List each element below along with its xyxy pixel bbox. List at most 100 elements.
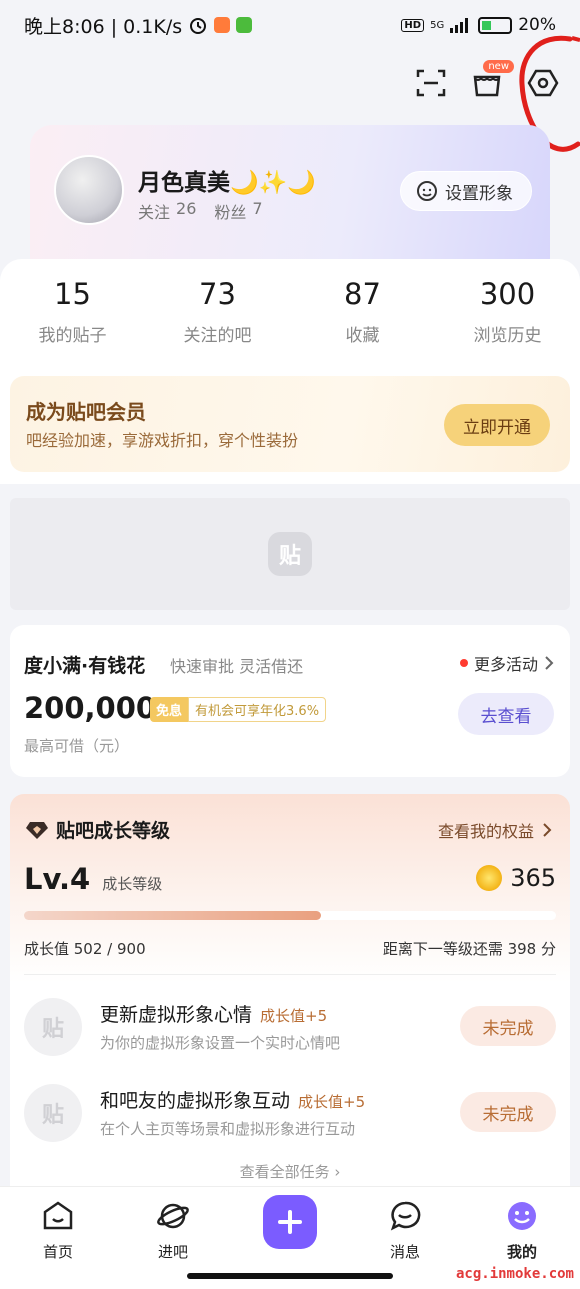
watermark: acg.inmoke.com <box>455 1266 574 1282</box>
post-button[interactable] <box>263 1195 317 1249</box>
stat-label: 我的贴子 <box>38 326 107 346</box>
rate-tag: 有机会可享年化3.6% <box>188 697 327 722</box>
stat-label: 浏览历史 <box>473 326 542 346</box>
vip-open-button[interactable]: 立即开通 <box>444 404 550 446</box>
view-rights-label: 查看我的权益 <box>437 822 534 841</box>
avatar-face-icon <box>417 181 437 201</box>
loan-caption: 最高可借（元） <box>24 737 130 755</box>
planet-icon <box>157 1203 189 1229</box>
tab-home[interactable]: 首页 <box>18 1199 98 1262</box>
tab-label: 首页 <box>42 1243 73 1261</box>
set-avatar-label: 设置形象 <box>445 183 513 204</box>
growth-card: 贴吧成长等级 查看我的权益 Lv.4 成长等级 365 成长值 502 / 90… <box>10 794 570 1214</box>
task-subtitle: 在个人主页等场景和虚拟形象进行互动 <box>100 1120 356 1138</box>
tieba-logo-icon: 贴 <box>24 1084 82 1142</box>
status-right: HD 5G 20% <box>401 15 556 35</box>
hd-icon: HD <box>401 18 425 32</box>
chevron-right-icon <box>545 656 554 670</box>
store-button[interactable]: new <box>470 60 514 100</box>
tab-label: 进吧 <box>157 1243 188 1261</box>
vip-title: 成为贴吧会员 <box>26 400 146 424</box>
task-status-button[interactable]: 未完成 <box>460 1092 556 1132</box>
scan-icon <box>416 69 446 97</box>
tieba-logo-icon: 贴 <box>24 998 82 1056</box>
set-avatar-button[interactable]: 设置形象 <box>400 171 532 211</box>
level-row: Lv.4 成长等级 <box>24 862 162 896</box>
task-subtitle: 为你的虚拟形象设置一个实时心情吧 <box>100 1034 341 1052</box>
tab-bars[interactable]: 进吧 <box>133 1199 213 1262</box>
signal-text: 5G <box>430 19 445 31</box>
tab-messages[interactable]: 消息 <box>365 1199 445 1262</box>
settings-button[interactable] <box>526 66 560 100</box>
gem-icon <box>26 821 48 839</box>
crown-coin-icon <box>476 865 503 891</box>
divider <box>24 974 556 975</box>
growth-value-text: 成长值 502 / 900 <box>24 940 146 958</box>
growth-title: 贴吧成长等级 <box>26 816 170 843</box>
plus-icon <box>278 1210 302 1234</box>
task-reward: 成长值+5 <box>298 1093 366 1111</box>
home-indicator <box>187 1273 393 1279</box>
scan-button[interactable] <box>414 66 448 100</box>
loan-offer-tag: 免息 有机会可享年化3.6% <box>150 697 327 722</box>
user-name[interactable]: 月色真美🌙✨🌙 <box>138 163 316 197</box>
task-title-text: 更新虚拟形象心情 <box>100 1004 253 1026</box>
profile-icon <box>508 1202 536 1230</box>
top-actions: new <box>414 60 560 100</box>
battery-text: 20% <box>518 15 556 35</box>
follow-stats: 关注 26 粉丝 7 <box>138 199 263 223</box>
message-icon <box>390 1201 421 1231</box>
charging-notification-icon <box>236 17 253 33</box>
stats-panel: 15 我的贴子 73 关注的吧 87 收藏 300 浏览历史 <box>0 259 580 369</box>
home-icon <box>43 1201 73 1230</box>
stat-label: 收藏 <box>345 326 380 346</box>
coin-count: 365 <box>510 864 556 892</box>
view-all-tasks-link[interactable]: 查看全部任务 › <box>10 1161 570 1182</box>
chevron-right-icon <box>543 823 552 837</box>
vip-banner[interactable]: 成为贴吧会员 吧经验加速，享游戏折扣，穿个性装扮 立即开通 <box>10 376 570 472</box>
signal-icon <box>450 18 469 33</box>
more-activities-label: 更多活动 <box>473 655 538 674</box>
follow-count-link[interactable]: 关注 26 <box>138 199 196 223</box>
stat-number: 300 <box>479 277 536 311</box>
avatar[interactable] <box>54 155 124 225</box>
alarm-icon <box>190 18 207 34</box>
loan-tagline: 快速审批 灵活借还 <box>170 657 304 676</box>
status-left: 晚上8:06 | 0.1K/s <box>24 12 253 39</box>
stat-number: 87 <box>344 277 381 311</box>
loan-brand: 度小满·有钱花 <box>24 655 146 677</box>
battery-icon <box>478 16 513 34</box>
stat-my-posts[interactable]: 15 我的贴子 <box>0 259 145 369</box>
settings-hexagon-icon <box>527 69 559 97</box>
growth-progress-bar <box>24 911 556 920</box>
tab-label: 消息 <box>389 1243 420 1261</box>
tab-mine[interactable]: 我的 <box>482 1199 562 1262</box>
coin-balance[interactable]: 365 <box>476 864 556 892</box>
follow-label: 关注 <box>138 203 171 222</box>
stat-label: 关注的吧 <box>183 326 252 346</box>
new-badge: new <box>483 60 514 73</box>
vip-subtitle: 吧经验加速，享游戏折扣，穿个性装扮 <box>26 431 299 450</box>
task-status-button[interactable]: 未完成 <box>460 1006 556 1046</box>
loan-amount: 200,000 <box>24 691 157 725</box>
task-title: 更新虚拟形象心情 成长值+5 <box>100 1000 327 1027</box>
loan-card[interactable]: 度小满·有钱花 快速审批 灵活借还 更多活动 200,000 免息 有机会可享年… <box>10 625 570 777</box>
tab-label: 我的 <box>506 1243 537 1261</box>
view-rights-link[interactable]: 查看我的权益 <box>438 818 552 842</box>
growth-remaining-text: 距离下一等级还需 398 分 <box>382 940 556 958</box>
stat-number: 15 <box>54 277 91 311</box>
stat-followed-bars[interactable]: 73 关注的吧 <box>145 259 290 369</box>
stat-number: 73 <box>199 277 236 311</box>
stat-history[interactable]: 300 浏览历史 <box>435 259 580 369</box>
loan-view-button[interactable]: 去查看 <box>458 693 554 735</box>
taobao-notification-icon <box>214 17 231 33</box>
task-title-text: 和吧友的虚拟形象互动 <box>100 1090 291 1112</box>
task-item: 贴 和吧友的虚拟形象互动 成长值+5 在个人主页等场景和虚拟形象进行互动 未完成 <box>24 1080 556 1152</box>
stat-favorites[interactable]: 87 收藏 <box>290 259 435 369</box>
ad-placeholder[interactable]: 贴 <box>10 498 570 610</box>
fans-count-link[interactable]: 粉丝 7 <box>214 199 262 223</box>
time-network-text: 晚上8:06 | 0.1K/s <box>24 15 183 38</box>
growth-progress-fill <box>24 911 321 920</box>
more-activities-link[interactable]: 更多活动 <box>459 651 554 675</box>
level-text: Lv.4 <box>24 862 91 896</box>
